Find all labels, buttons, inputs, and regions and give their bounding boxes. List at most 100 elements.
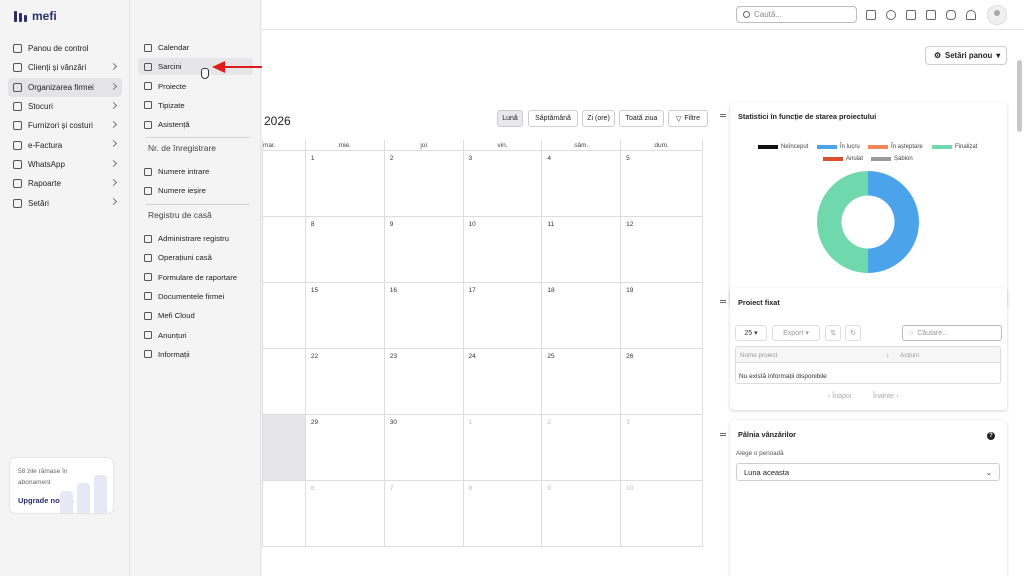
panel-settings-button[interactable]: ⚙ Setări panou ▾ xyxy=(925,46,1007,65)
calendar-day-cell[interactable]: 8 xyxy=(304,217,384,282)
global-search-input[interactable]: Caută... xyxy=(736,6,857,23)
view-day-button[interactable]: Zi (ore) xyxy=(582,110,615,127)
nav-item-2[interactable]: Organizarea firmei xyxy=(8,77,122,97)
calendar-day-cell[interactable]: 26 xyxy=(620,349,702,414)
calendar-day-cell[interactable]: 29 xyxy=(304,415,384,480)
submenu-item[interactable]: Anunțuri xyxy=(138,327,253,344)
calendar-day-cell[interactable]: 1 xyxy=(304,151,384,216)
table-search-input[interactable]: ○ Căutare... xyxy=(902,325,1002,341)
page-scrollbar[interactable] xyxy=(1017,60,1022,132)
calendar-day-cell[interactable]: 4 xyxy=(541,151,620,216)
calendar-day-cell[interactable]: 18 xyxy=(541,283,620,348)
calendar-day-cell[interactable]: 23 xyxy=(383,349,463,414)
bell-icon[interactable] xyxy=(966,10,976,20)
legend-label: Șablon xyxy=(894,156,913,162)
donut-slice-în lucru[interactable] xyxy=(868,171,919,273)
calendar-day-cell[interactable] xyxy=(262,151,305,216)
nav-item-6[interactable]: WhatsApp xyxy=(8,155,122,174)
calendar-day-cell[interactable]: 11 xyxy=(541,217,620,282)
refresh-icon[interactable]: ↻ xyxy=(845,325,861,341)
calendar-day-cell[interactable] xyxy=(262,349,305,414)
calendar-day-cell[interactable]: 9 xyxy=(383,217,463,282)
submenu-item[interactable]: Informații xyxy=(138,346,253,363)
view-month-button[interactable]: Lună xyxy=(497,110,523,127)
calendar-day-cell[interactable]: 5 xyxy=(620,151,702,216)
calendar-day-cell[interactable]: 17 xyxy=(462,283,542,348)
calendar-day-cell[interactable]: 22 xyxy=(304,349,384,414)
calendar-day-cell[interactable]: 7 xyxy=(383,481,463,546)
page-size-select[interactable]: 25 ▾ xyxy=(735,325,767,341)
user-avatar[interactable] xyxy=(987,5,1007,25)
calendar-day-cell[interactable]: 3 xyxy=(462,151,542,216)
nav-item-3[interactable]: Stocuri xyxy=(8,97,122,116)
calendar-day-cell[interactable]: 30 xyxy=(383,415,463,480)
legend-swatch xyxy=(758,145,778,149)
calendar-day-cell[interactable]: 2 xyxy=(383,151,463,216)
submenu-item[interactable]: Tipizate xyxy=(138,97,253,114)
nav-item-5[interactable]: e-Factura xyxy=(8,135,122,154)
submenu-item[interactable]: Operațiuni casă xyxy=(138,249,253,266)
filters-button[interactable]: ▽ Filtre xyxy=(668,110,708,127)
nav-item-0[interactable]: Panou de control xyxy=(8,39,122,58)
legend-item[interactable]: Finalizat xyxy=(932,144,977,150)
calendar-day-cell[interactable] xyxy=(262,415,305,480)
view-allday-button[interactable]: Toată ziua xyxy=(619,110,664,127)
calendar-day-cell[interactable]: 6 xyxy=(304,481,384,546)
calendar-day-cell[interactable]: 1 xyxy=(462,415,542,480)
brand-logo[interactable]: mefi xyxy=(14,9,57,23)
legend-item[interactable]: Șablon xyxy=(871,156,913,162)
sort-icon[interactable]: ↕ xyxy=(886,352,889,359)
calendar-day-cell[interactable]: 19 xyxy=(620,283,702,348)
calendar-day-cell[interactable]: 16 xyxy=(383,283,463,348)
chat-icon[interactable] xyxy=(946,10,956,20)
submenu-item[interactable]: Proiecte xyxy=(138,78,253,95)
submenu-item-icon xyxy=(144,350,152,359)
submenu-item[interactable]: Numere ieșire xyxy=(138,182,253,199)
calendar-day-cell[interactable]: 10 xyxy=(462,217,542,282)
timer-icon[interactable] xyxy=(886,10,896,20)
calendar-day-cell[interactable] xyxy=(262,481,305,546)
tasks-icon[interactable] xyxy=(926,10,936,20)
submenu-item[interactable]: Asistență xyxy=(138,116,253,133)
nav-item-8[interactable]: Setări xyxy=(8,193,122,212)
submenu-item[interactable]: Formulare de raportare xyxy=(138,269,253,286)
calendar-day-cell[interactable] xyxy=(262,283,305,348)
calendar-day-cell[interactable]: 12 xyxy=(620,217,702,282)
help-icon[interactable]: ? xyxy=(987,432,995,440)
add-icon[interactable] xyxy=(866,10,876,20)
submenu-item[interactable]: Numere intrare xyxy=(138,163,253,180)
calendar-day-cell[interactable]: 15 xyxy=(304,283,384,348)
nav-item-1[interactable]: Clienți și vânzări xyxy=(8,58,122,77)
calendar-day-cell[interactable]: 10 xyxy=(620,481,702,546)
legend-item[interactable]: În lucru xyxy=(817,144,860,150)
submenu-item[interactable]: Administrare registru xyxy=(138,230,253,247)
view-week-button[interactable]: Săptămână xyxy=(528,110,578,127)
calendar-day-cell[interactable]: 25 xyxy=(541,349,620,414)
export-button[interactable]: Export ▾ xyxy=(772,325,820,341)
columns-icon[interactable]: ⇅ xyxy=(825,325,841,341)
submenu-item-label: Calendar xyxy=(158,43,190,52)
calendar-day-cell[interactable]: 24 xyxy=(462,349,542,414)
legend-item[interactable]: Anulat xyxy=(823,156,863,162)
submenu-item[interactable]: Documentele firmei xyxy=(138,288,253,305)
calendar-day-cell[interactable]: 9 xyxy=(541,481,620,546)
period-select[interactable]: Luna aceasta ⌄ xyxy=(736,463,1000,481)
drag-handle-icon[interactable] xyxy=(720,433,726,436)
calendar-day-cell[interactable]: 8 xyxy=(462,481,542,546)
nav-item-7[interactable]: Rapoarte xyxy=(8,174,122,193)
nav-item-4[interactable]: Furnizori și costuri xyxy=(8,116,122,135)
drag-handle-icon[interactable] xyxy=(720,114,726,117)
drag-handle-icon[interactable] xyxy=(720,300,726,303)
calendar-day-cell[interactable]: 3 xyxy=(620,415,702,480)
calendar-day-cell[interactable]: 2 xyxy=(541,415,620,480)
legend-item[interactable]: Neînceput xyxy=(758,144,808,150)
calendar-icon[interactable] xyxy=(906,10,916,20)
submenu-item[interactable]: Calendar xyxy=(138,39,253,56)
calendar-day-cell[interactable] xyxy=(262,217,305,282)
legend-item[interactable]: În așteptare xyxy=(868,144,923,150)
donut-slice-finalizat[interactable] xyxy=(817,171,868,273)
column-header-name[interactable]: Nume proiect xyxy=(740,352,777,359)
prev-page-button[interactable]: ‹ Înapoi xyxy=(828,393,851,400)
next-page-button[interactable]: Înainte › xyxy=(873,393,898,400)
submenu-item[interactable]: Mefi Cloud xyxy=(138,307,253,324)
